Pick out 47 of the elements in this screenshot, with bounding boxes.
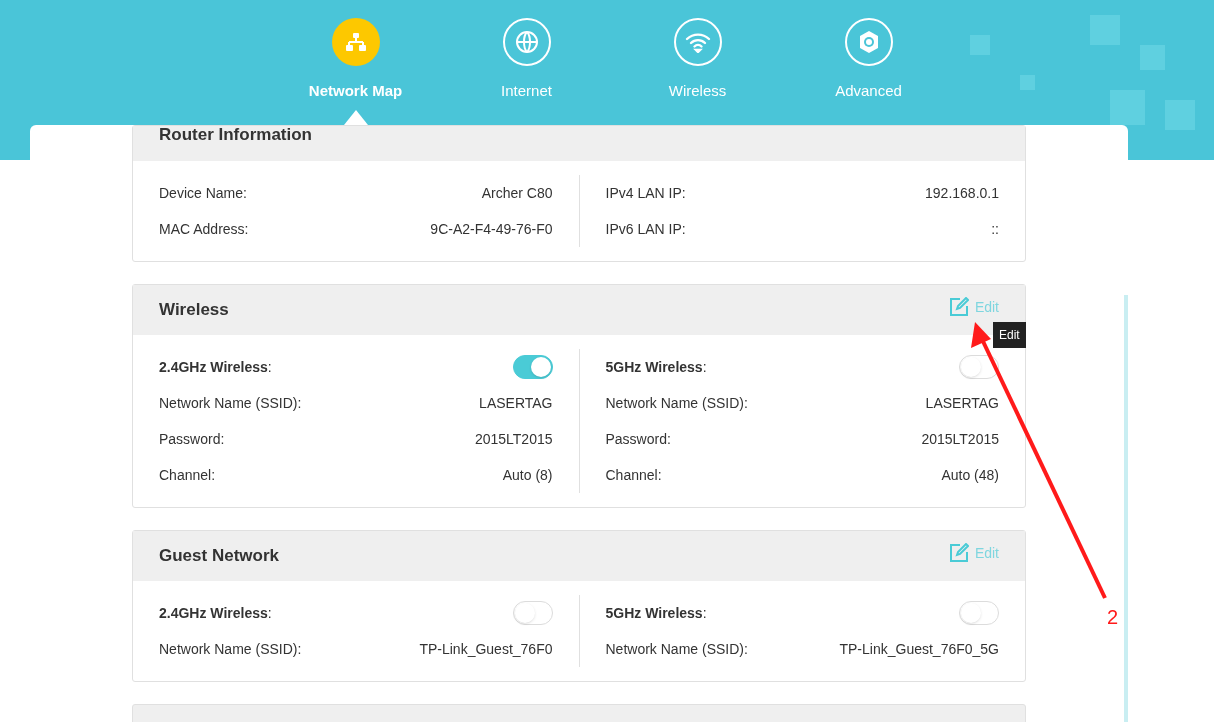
field-label: 2.4GHz Wireless:	[159, 603, 272, 623]
field-label: MAC Address:	[159, 219, 249, 239]
field-value: Auto (8)	[502, 465, 553, 485]
field-label: Network Name (SSID):	[159, 393, 302, 413]
edit-link[interactable]: Edit	[948, 296, 999, 318]
toggle-switch[interactable]	[959, 355, 999, 379]
field-label: Password:	[605, 429, 671, 449]
network-icon	[344, 32, 367, 52]
field-label: 2.4GHz Wireless:	[159, 357, 272, 377]
field-label: 5GHz Wireless:	[605, 603, 707, 623]
field-value: LASERTAG	[479, 393, 553, 413]
globe-icon	[514, 30, 539, 54]
field-label: Network Name (SSID):	[605, 393, 748, 413]
field-value: TP-Link_Guest_76F0	[419, 639, 553, 659]
field-value: 2015LT2015	[921, 429, 999, 449]
field-label: 5GHz Wireless:	[605, 357, 707, 377]
section-title: Guest Network	[159, 545, 279, 568]
field-label: IPv4 LAN IP:	[605, 183, 686, 203]
field-value: 2015LT2015	[474, 429, 553, 449]
field-value: ::	[991, 219, 999, 239]
field-value: Archer C80	[481, 183, 553, 203]
field-value: 192.168.0.1	[925, 183, 999, 203]
field-label: Password:	[159, 429, 225, 449]
toggle-switch[interactable]	[512, 601, 553, 625]
annotation-number: 2	[1107, 605, 1119, 630]
nav-tab[interactable]: Advanced	[808, 18, 929, 125]
field-label: Device Name:	[159, 183, 247, 203]
field-label: Network Name (SSID):	[605, 639, 748, 659]
field-label: Channel:	[159, 465, 216, 485]
edit-icon	[948, 297, 969, 317]
field-label: IPv6 LAN IP:	[605, 219, 686, 239]
field-value: TP-Link_Guest_76F0_5G	[839, 639, 999, 659]
nav-tab[interactable]: Internet	[466, 18, 587, 125]
toggle-switch[interactable]	[959, 601, 999, 625]
toggle-switch[interactable]	[512, 355, 553, 379]
nav-tab[interactable]: Wireless	[637, 18, 758, 125]
field-value: LASERTAG	[925, 393, 999, 413]
wifi-icon	[684, 31, 711, 53]
edit-link[interactable]: Edit	[948, 542, 999, 564]
field-value: 9C-A2-F4-49-76-F0	[430, 219, 553, 239]
field-label: Channel:	[605, 465, 662, 485]
field-label: Network Name (SSID):	[159, 639, 302, 659]
section-title: Wireless	[159, 299, 229, 322]
field-value: Auto (48)	[941, 465, 999, 485]
edit-icon	[948, 543, 969, 563]
section-title: Router Information	[159, 126, 312, 146]
tooltip: Edit	[993, 322, 1026, 348]
